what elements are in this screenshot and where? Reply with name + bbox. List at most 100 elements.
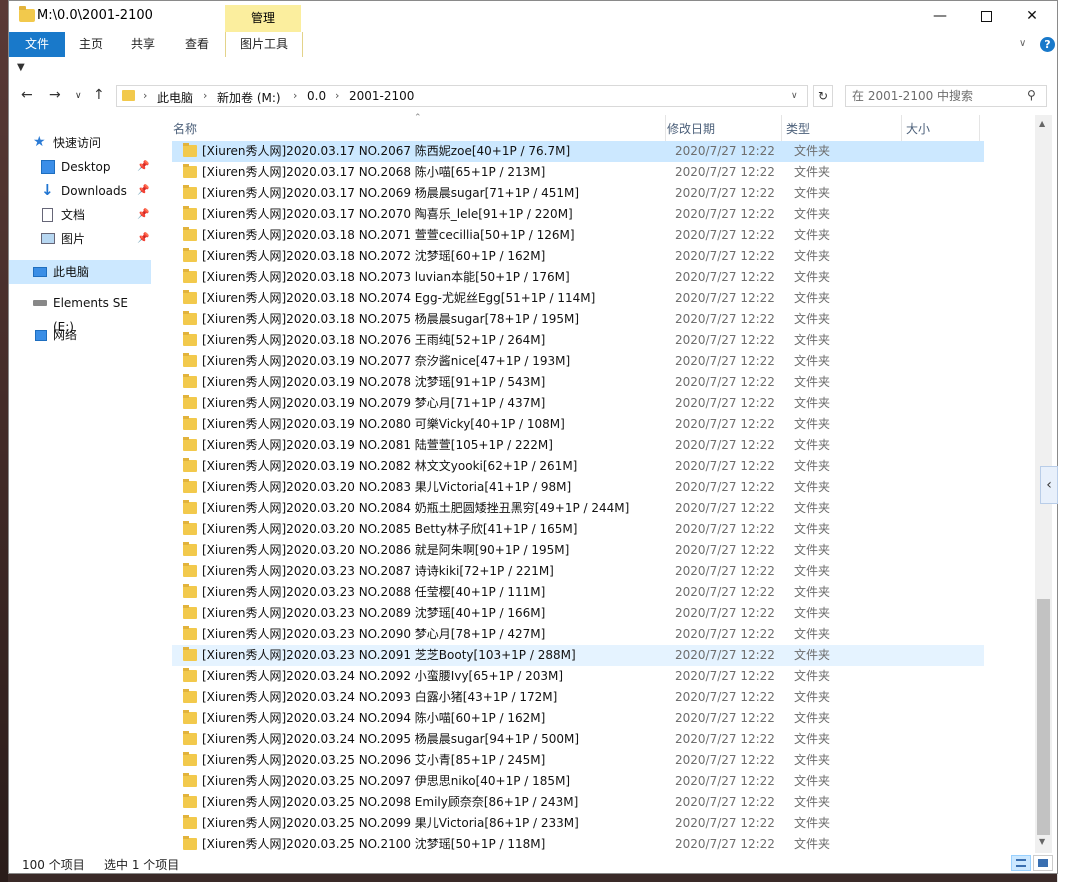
search-icon[interactable]: ⚲ — [1027, 88, 1036, 102]
table-row[interactable]: [Xiuren秀人网]2020.03.25 NO.2100 沈梦瑶[50+1P … — [172, 834, 984, 855]
table-row[interactable]: [Xiuren秀人网]2020.03.25 NO.2099 果儿Victoria… — [172, 813, 984, 834]
sidebar-item-desktop[interactable]: Desktop 📌 — [9, 155, 151, 179]
table-row[interactable]: [Xiuren秀人网]2020.03.23 NO.2088 任莹樱[40+1P … — [172, 582, 984, 603]
breadcrumb-drive[interactable]: 新加卷 (M:) — [217, 89, 281, 106]
table-row[interactable]: [Xiuren秀人网]2020.03.18 NO.2076 王雨纯[52+1P … — [172, 330, 984, 351]
table-row[interactable]: [Xiuren秀人网]2020.03.24 NO.2094 陈小喵[60+1P … — [172, 708, 984, 729]
table-row[interactable]: [Xiuren秀人网]2020.03.24 NO.2095 杨晨晨sugar[9… — [172, 729, 984, 750]
table-row[interactable]: [Xiuren秀人网]2020.03.18 NO.2075 杨晨晨sugar[7… — [172, 309, 984, 330]
file-name: [Xiuren秀人网]2020.03.23 NO.2089 沈梦瑶[40+1P … — [202, 606, 546, 620]
details-view-button[interactable] — [1011, 855, 1031, 871]
table-row[interactable]: [Xiuren秀人网]2020.03.23 NO.2089 沈梦瑶[40+1P … — [172, 603, 984, 624]
column-divider[interactable] — [979, 115, 980, 141]
table-row[interactable]: [Xiuren秀人网]2020.03.19 NO.2078 沈梦瑶[91+1P … — [172, 372, 984, 393]
table-row[interactable]: [Xiuren秀人网]2020.03.23 NO.2091 芝芝Booty[10… — [172, 645, 984, 666]
table-row[interactable]: [Xiuren秀人网]2020.03.17 NO.2067 陈西妮zoe[40+… — [172, 141, 984, 162]
sidebar-item-this-pc[interactable]: 此电脑 — [9, 260, 151, 284]
folder-icon — [183, 647, 197, 661]
table-row[interactable]: [Xiuren秀人网]2020.03.19 NO.2079 梦心月[71+1P … — [172, 393, 984, 414]
address-bar[interactable]: › 此电脑 › 新加卷 (M:) › 0.0 › 2001-2100 ∨ — [116, 85, 808, 107]
table-row[interactable]: [Xiuren秀人网]2020.03.17 NO.2069 杨晨晨sugar[7… — [172, 183, 984, 204]
breadcrumb-separator-icon[interactable]: › — [335, 89, 339, 102]
table-row[interactable]: [Xiuren秀人网]2020.03.19 NO.2081 陆萱萱[105+1P… — [172, 435, 984, 456]
tab-home[interactable]: 主页 — [65, 32, 117, 57]
breadcrumb-folder-00[interactable]: 0.0 — [307, 89, 326, 103]
table-row[interactable]: [Xiuren秀人网]2020.03.19 NO.2080 可樂Vicky[40… — [172, 414, 984, 435]
recent-locations-chevron-icon[interactable]: ∨ — [75, 91, 82, 101]
sidebar-item-downloads[interactable]: ↓ Downloads 📌 — [9, 179, 151, 203]
tab-view[interactable]: 查看 — [169, 32, 225, 57]
column-header-size[interactable]: 大小 — [906, 115, 930, 141]
file-type: 文件夹 — [794, 249, 831, 263]
table-row[interactable]: [Xiuren秀人网]2020.03.18 NO.2072 沈梦瑶[60+1P … — [172, 246, 984, 267]
table-row[interactable]: [Xiuren秀人网]2020.03.20 NO.2083 果儿Victoria… — [172, 477, 984, 498]
table-row[interactable]: [Xiuren秀人网]2020.03.24 NO.2092 小蛮腰Ivy[65+… — [172, 666, 984, 687]
tab-file[interactable]: 文件 — [9, 32, 65, 57]
breadcrumb-current-folder[interactable]: 2001-2100 — [349, 89, 414, 103]
side-panel-expand-chevron-icon[interactable]: ‹ — [1040, 466, 1058, 504]
folder-icon — [183, 143, 197, 157]
table-row[interactable]: [Xiuren秀人网]2020.03.25 NO.2097 伊思思niko[40… — [172, 771, 984, 792]
ribbon-expand-chevron-icon[interactable]: ∨ — [1019, 38, 1026, 49]
table-row[interactable]: [Xiuren秀人网]2020.03.18 NO.2074 Egg-尤妮丝Egg… — [172, 288, 984, 309]
tab-share[interactable]: 共享 — [117, 32, 169, 57]
breadcrumb-separator-icon[interactable]: › — [143, 89, 147, 102]
folder-icon — [183, 353, 197, 367]
column-header-date[interactable]: 修改日期 — [667, 115, 715, 141]
column-header-type[interactable]: 类型 — [786, 115, 810, 141]
sidebar-item-pictures[interactable]: 图片 📌 — [9, 227, 151, 251]
search-input[interactable] — [852, 88, 1018, 104]
address-dropdown-chevron-icon[interactable]: ∨ — [791, 91, 798, 101]
column-header-name[interactable]: 名称 — [173, 115, 197, 141]
forward-arrow-icon[interactable]: → — [49, 87, 61, 103]
sidebar-item-documents[interactable]: 文档 📌 — [9, 203, 151, 227]
table-row[interactable]: [Xiuren秀人网]2020.03.20 NO.2085 Betty林子欣[4… — [172, 519, 984, 540]
tab-picture-tools[interactable]: 图片工具 — [225, 32, 303, 57]
column-divider[interactable] — [665, 115, 666, 141]
file-name: [Xiuren秀人网]2020.03.17 NO.2067 陈西妮zoe[40+… — [202, 144, 571, 158]
table-row[interactable]: [Xiuren秀人网]2020.03.18 NO.2073 luvian本能[5… — [172, 267, 984, 288]
table-row[interactable]: [Xiuren秀人网]2020.03.23 NO.2087 诗诗kiki[72+… — [172, 561, 984, 582]
sidebar-item-elements-drive[interactable]: Elements SE (E:) — [9, 291, 151, 334]
minimize-button[interactable]: — — [917, 1, 963, 32]
folder-icon — [183, 332, 197, 346]
file-name: [Xiuren秀人网]2020.03.19 NO.2082 林文文yooki[6… — [202, 459, 578, 473]
breadcrumb-separator-icon[interactable]: › — [203, 89, 207, 102]
file-name: [Xiuren秀人网]2020.03.20 NO.2083 果儿Victoria… — [202, 480, 572, 494]
table-row[interactable]: [Xiuren秀人网]2020.03.24 NO.2093 白露小猪[43+1P… — [172, 687, 984, 708]
table-row[interactable]: [Xiuren秀人网]2020.03.17 NO.2068 陈小喵[65+1P … — [172, 162, 984, 183]
sidebar-item-quick-access[interactable]: ★ 快速访问 — [9, 131, 151, 155]
large-icons-view-button[interactable] — [1033, 855, 1053, 871]
close-button[interactable]: ✕ — [1009, 1, 1055, 32]
breadcrumb-separator-icon[interactable]: › — [293, 89, 297, 102]
up-arrow-icon[interactable]: ↑ — [93, 87, 105, 103]
folder-icon — [19, 6, 35, 22]
file-type: 文件夹 — [794, 711, 831, 725]
column-divider[interactable] — [901, 115, 902, 141]
column-divider[interactable] — [781, 115, 782, 141]
table-row[interactable]: [Xiuren秀人网]2020.03.17 NO.2070 陶喜乐_lele[9… — [172, 204, 984, 225]
table-row[interactable]: [Xiuren秀人网]2020.03.18 NO.2071 萱萱cecillia… — [172, 225, 984, 246]
refresh-button[interactable]: ↻ — [813, 85, 833, 107]
table-row[interactable]: [Xiuren秀人网]2020.03.19 NO.2077 奈汐酱nice[47… — [172, 351, 984, 372]
folder-icon — [122, 90, 135, 101]
folder-icon — [183, 185, 197, 199]
scroll-up-arrow-icon[interactable]: ▲ — [1039, 119, 1045, 128]
table-row[interactable]: [Xiuren秀人网]2020.03.25 NO.2096 艾小青[85+1P … — [172, 750, 984, 771]
table-row[interactable]: [Xiuren秀人网]2020.03.25 NO.2098 Emily顾奈奈[8… — [172, 792, 984, 813]
scrollbar-thumb[interactable] — [1037, 599, 1050, 835]
help-icon[interactable]: ? — [1040, 37, 1055, 52]
customize-toolbar-chevron-icon[interactable]: ▼ — [17, 62, 25, 73]
scroll-down-arrow-icon[interactable]: ▼ — [1039, 837, 1045, 846]
sidebar-item-network[interactable]: 网络 — [9, 323, 151, 347]
breadcrumb-this-pc[interactable]: 此电脑 — [157, 89, 193, 106]
folder-icon — [183, 689, 197, 703]
table-row[interactable]: [Xiuren秀人网]2020.03.20 NO.2086 就是阿朱啊[90+1… — [172, 540, 984, 561]
context-tab-header-manage[interactable]: 管理 — [225, 5, 301, 32]
table-row[interactable]: [Xiuren秀人网]2020.03.20 NO.2084 奶瓶土肥圆矮挫丑黑穷… — [172, 498, 984, 519]
maximize-button[interactable] — [963, 1, 1009, 32]
table-row[interactable]: [Xiuren秀人网]2020.03.23 NO.2090 梦心月[78+1P … — [172, 624, 984, 645]
file-modified-date: 2020/7/27 12:22 — [675, 543, 775, 557]
table-row[interactable]: [Xiuren秀人网]2020.03.19 NO.2082 林文文yooki[6… — [172, 456, 984, 477]
back-arrow-icon[interactable]: ← — [21, 87, 33, 103]
